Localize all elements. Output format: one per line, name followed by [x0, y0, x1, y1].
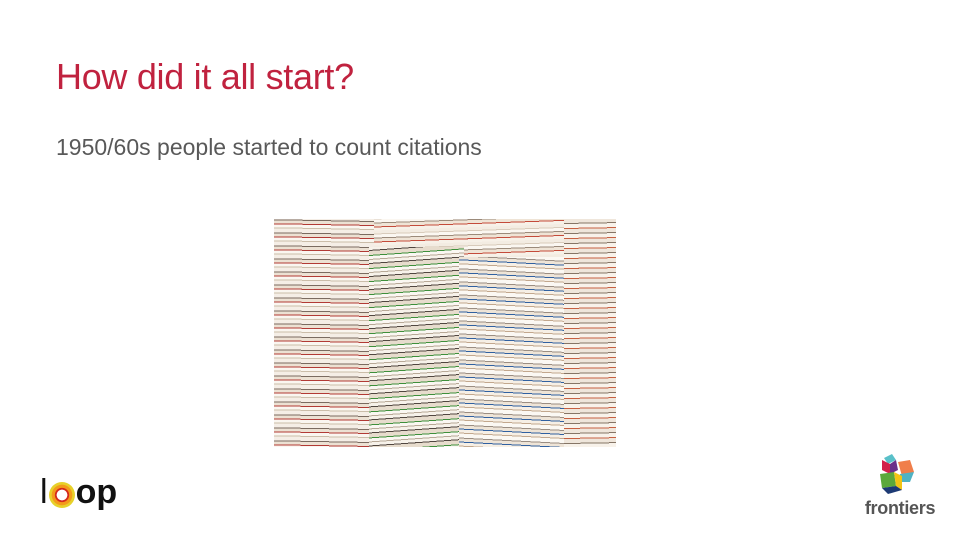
frontiers-cubes-icon [880, 454, 914, 494]
loop-logo-op: op [75, 472, 118, 511]
frontiers-wordmark: frontiers [864, 498, 936, 518]
magazine-stack [369, 247, 464, 447]
loop-logo-l: l [40, 472, 48, 511]
stacked-magazines-photo [274, 219, 616, 447]
magazine-stack [274, 219, 374, 447]
magazine-stack [459, 257, 569, 447]
slide-body-text: 1950/60s people started to count citatio… [56, 134, 482, 160]
frontiers-logo: frontiers [858, 452, 942, 522]
loop-logo: l op [40, 472, 118, 511]
loop-logo-ring-icon [48, 482, 75, 508]
slide-title: How did it all start? [56, 56, 354, 97]
magazine-stack [564, 219, 616, 447]
